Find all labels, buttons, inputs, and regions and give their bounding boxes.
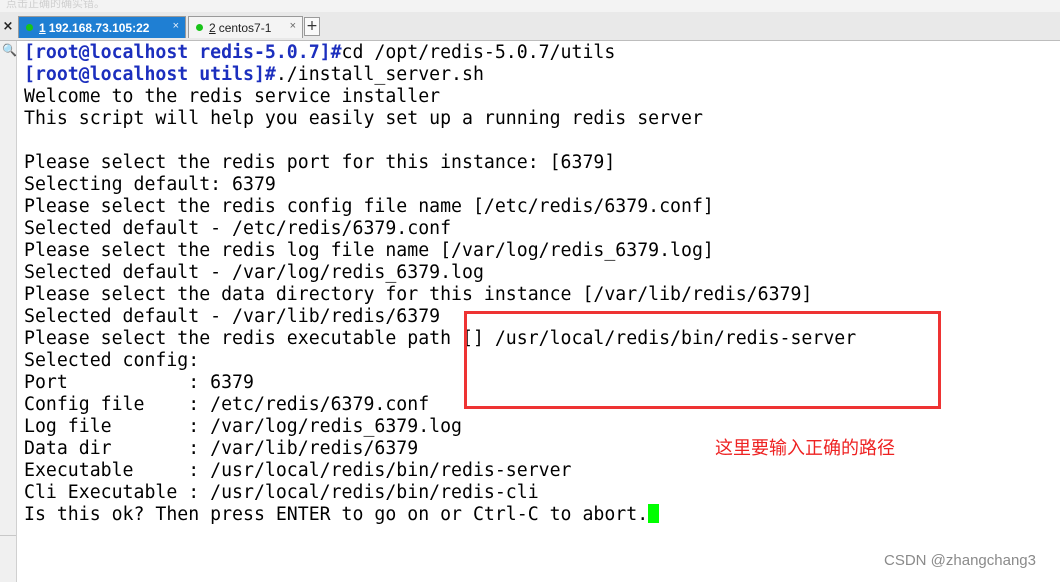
terminal-line: Please select the data directory for thi… bbox=[24, 284, 1060, 306]
terminal-line-text: Executable : /usr/local/redis/bin/redis-… bbox=[24, 460, 572, 481]
terminal-line-text: Selected config: bbox=[24, 350, 200, 371]
new-tab-button[interactable]: + bbox=[304, 17, 320, 36]
terminal-line: Selected default - /etc/redis/6379.conf bbox=[24, 218, 1060, 240]
terminal-line-text: Data dir : /var/lib/redis/6379 bbox=[24, 438, 419, 459]
search-icon[interactable]: 🔍 bbox=[2, 43, 17, 57]
terminal-line-text: This script will help you easily set up … bbox=[24, 108, 703, 129]
terminal-line: Please select the redis config file name… bbox=[24, 196, 1060, 218]
tab-bar: × 1 192.168.73.105:22 × 2 centos7-1 × + bbox=[0, 12, 1060, 41]
terminal-line: Please select the redis log file name [/… bbox=[24, 240, 1060, 262]
terminal-line: Cli Executable : /usr/local/redis/bin/re… bbox=[24, 482, 1060, 504]
terminal-line: Log file : /var/log/redis_6379.log bbox=[24, 416, 1060, 438]
terminal-line-text: Is this ok? Then press ENTER to go on or… bbox=[24, 504, 649, 525]
gutter-divider bbox=[0, 535, 16, 536]
tab-number: 2 bbox=[209, 20, 216, 35]
terminal-line-text: cd /opt/redis-5.0.7/utils bbox=[341, 42, 616, 63]
terminal-line-text: Welcome to the redis service installer bbox=[24, 86, 441, 107]
terminal-line-text: Log file : /var/log/redis_6379.log bbox=[24, 416, 462, 437]
terminal-line-text: Cli Executable : /usr/local/redis/bin/re… bbox=[24, 482, 539, 503]
terminal-line-text: Selecting default: 6379 bbox=[24, 174, 276, 195]
terminal-line-text: Selected default - /var/lib/redis/6379 bbox=[24, 306, 441, 327]
top-strip: 点击正确的确实错。 bbox=[0, 0, 1060, 12]
tab-close-icon[interactable]: × bbox=[173, 20, 179, 32]
terminal-line: Executable : /usr/local/redis/bin/redis-… bbox=[24, 460, 1060, 482]
terminal-line-text: Please select the redis port for this in… bbox=[24, 152, 616, 173]
terminal-line-text: Selected default - /etc/redis/6379.conf bbox=[24, 218, 452, 239]
tab-close-icon[interactable]: × bbox=[290, 20, 296, 32]
close-all-tabs-button[interactable]: × bbox=[0, 17, 16, 37]
terminal-line-text: Please select the redis log file name [/… bbox=[24, 240, 714, 261]
terminal-line-text: Please select the data directory for thi… bbox=[24, 284, 813, 305]
terminal-line: Welcome to the redis service installer bbox=[24, 86, 1060, 108]
terminal-line: [root@localhost redis-5.0.7]#cd /opt/red… bbox=[24, 42, 1060, 64]
terminal-line: [root@localhost utils]#./install_server.… bbox=[24, 64, 1060, 86]
terminal-line-text: Please select the redis config file name… bbox=[24, 196, 714, 217]
connected-status-icon bbox=[196, 24, 203, 31]
terminal-window: 点击正确的确实错。 × 1 192.168.73.105:22 × 2 cent… bbox=[0, 0, 1060, 582]
terminal-line: Is this ok? Then press ENTER to go on or… bbox=[24, 504, 1060, 526]
terminal-cursor bbox=[648, 504, 660, 523]
watermark: CSDN @zhangchang3 bbox=[884, 552, 1036, 569]
terminal-line: Please select the redis port for this in… bbox=[24, 152, 1060, 174]
top-strip-text: 点击正确的确实错。 bbox=[6, 0, 105, 10]
terminal-line-text: Config file : /etc/redis/6379.conf bbox=[24, 394, 430, 415]
tab-label: centos7-1 bbox=[218, 20, 272, 35]
terminal-line: Selecting default: 6379 bbox=[24, 174, 1060, 196]
shell-prompt: [root@localhost utils]# bbox=[24, 64, 276, 85]
terminal-line-text: Selected default - /var/log/redis_6379.l… bbox=[24, 262, 484, 283]
annotation-highlight-box bbox=[464, 311, 941, 409]
tab-session-2[interactable]: 2 centos7-1 × bbox=[188, 16, 303, 38]
tab-label: 192.168.73.105:22 bbox=[48, 20, 150, 35]
terminal-line-text: ./install_server.sh bbox=[275, 64, 484, 85]
terminal-line: Selected default - /var/log/redis_6379.l… bbox=[24, 262, 1060, 284]
terminal-line: Data dir : /var/lib/redis/6379 bbox=[24, 438, 1060, 460]
annotation-note: 这里要输入正确的路径 bbox=[715, 438, 895, 459]
connected-status-icon bbox=[26, 24, 33, 31]
terminal-line-text: Port : 6379 bbox=[24, 372, 254, 393]
shell-prompt: [root@localhost redis-5.0.7]# bbox=[24, 42, 342, 63]
left-gutter: 🔍 bbox=[0, 41, 17, 582]
tab-session-1[interactable]: 1 192.168.73.105:22 × bbox=[18, 16, 186, 38]
terminal-line: This script will help you easily set up … bbox=[24, 108, 1060, 130]
tab-number: 1 bbox=[39, 20, 46, 35]
